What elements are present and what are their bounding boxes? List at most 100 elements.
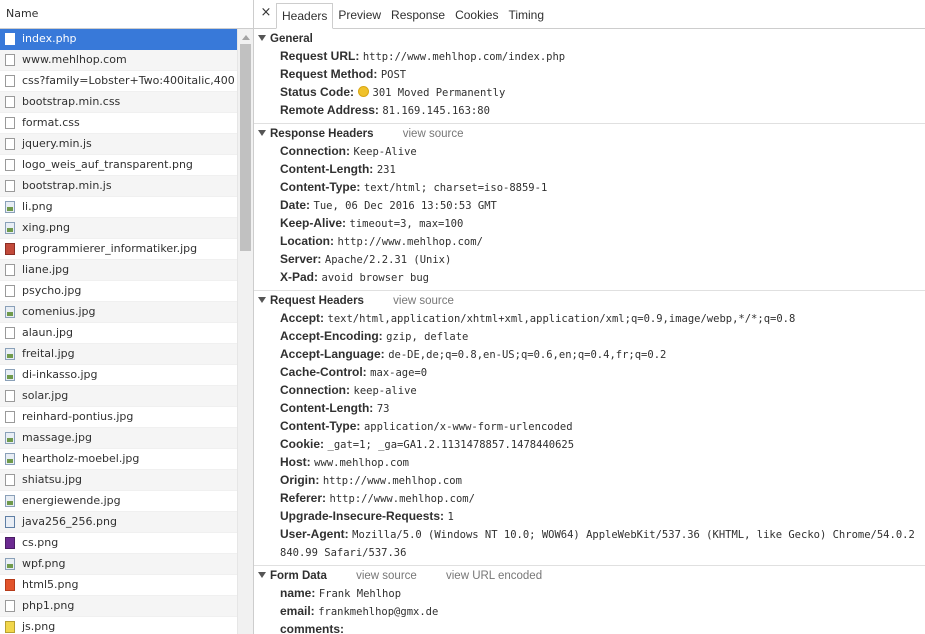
csharp-icon [5, 537, 15, 549]
request-row[interactable]: shiatsu.jpg [0, 470, 237, 491]
request-row[interactable]: programmierer_informatiker.jpg [0, 239, 237, 260]
expand-triangle-icon[interactable] [258, 572, 266, 578]
request-row[interactable]: format.css [0, 113, 237, 134]
general-section: General Request URL: http://www.mehlhop.… [254, 29, 925, 124]
request-header-value: _gat=1; _ga=GA1.2.1131478857.1478440625 [327, 439, 575, 451]
document-icon [5, 264, 15, 276]
request-row[interactable]: liane.jpg [0, 260, 237, 281]
tab-cookies[interactable]: Cookies [450, 3, 503, 27]
form-view-url-encoded-link[interactable]: view URL encoded [446, 570, 542, 582]
request-header-key: Content-Type: [280, 419, 361, 433]
request-header-key: Content-Length: [280, 401, 374, 415]
request-row[interactable]: xing.png [0, 218, 237, 239]
document-icon [5, 159, 15, 171]
request-row[interactable]: wpf.png [0, 554, 237, 575]
request-row[interactable]: css?family=Lobster+Two:400italic,400 [0, 71, 237, 92]
request-url-key: Request URL: [280, 49, 360, 63]
request-row-label: programmierer_informatiker.jpg [22, 242, 198, 255]
image-icon [5, 432, 15, 444]
request-row[interactable]: di-inkasso.jpg [0, 365, 237, 386]
form-field-value: frankmehlhop@gmx.de [318, 606, 439, 618]
close-icon[interactable]: × [259, 6, 273, 20]
request-headers-section-header[interactable]: Request Headers view source [254, 293, 925, 310]
image-icon [5, 348, 15, 360]
request-row-label: js.png [22, 620, 56, 633]
response-header-key: Content-Type: [280, 180, 361, 194]
request-row-label: psycho.jpg [22, 284, 82, 297]
request-row[interactable]: solar.jpg [0, 386, 237, 407]
request-row[interactable]: index.php [0, 29, 237, 50]
request-header-key: Host: [280, 455, 311, 469]
request-row[interactable]: energiewende.jpg [0, 491, 237, 512]
request-row[interactable]: jquery.min.js [0, 134, 237, 155]
scroll-thumb[interactable] [240, 44, 251, 251]
request-header-row: Host: www.mehlhop.com [254, 454, 925, 472]
request-header-row: Accept-Language: de-DE,de;q=0.8,en-US;q=… [254, 346, 925, 364]
request-row[interactable]: logo_weis_auf_transparent.png [0, 155, 237, 176]
tab-headers[interactable]: Headers [276, 3, 334, 29]
request-header-value: text/html,application/xhtml+xml,applicat… [327, 313, 796, 325]
request-row-label: xing.png [22, 221, 70, 234]
request-header-row: Content-Type: application/x-www-form-url… [254, 418, 925, 436]
request-row-label: energiewende.jpg [22, 494, 121, 507]
request-row[interactable]: heartholz-moebel.jpg [0, 449, 237, 470]
request-row[interactable]: massage.jpg [0, 428, 237, 449]
scroll-up-arrow-icon[interactable] [242, 35, 250, 40]
expand-triangle-icon[interactable] [258, 297, 266, 303]
request-row[interactable]: freital.jpg [0, 344, 237, 365]
request-row[interactable]: java256_256.png [0, 512, 237, 533]
remote-address-key: Remote Address: [280, 103, 379, 117]
form-view-source-link[interactable]: view source [356, 570, 417, 582]
request-row[interactable]: reinhard-pontius.jpg [0, 407, 237, 428]
details-tabs: Headers Preview Response Cookies Timing [276, 3, 549, 29]
remote-address-value: 81.169.145.163:80 [382, 105, 490, 117]
tab-preview[interactable]: Preview [333, 3, 386, 27]
request-row[interactable]: comenius.jpg [0, 302, 237, 323]
request-header-key: Origin: [280, 473, 320, 487]
image-icon [5, 495, 15, 507]
expand-triangle-icon[interactable] [258, 35, 266, 41]
request-row[interactable]: html5.png [0, 575, 237, 596]
request-view-source-link[interactable]: view source [393, 295, 454, 307]
request-row[interactable]: js.png [0, 617, 237, 634]
request-row[interactable]: cs.png [0, 533, 237, 554]
request-row-label: bootstrap.min.css [22, 95, 121, 108]
request-row[interactable]: bootstrap.min.js [0, 176, 237, 197]
request-list-panel: Name index.php www.mehlhop.com css?family=… [0, 0, 254, 634]
form-data-section-header[interactable]: Form Data view source view URL encoded [254, 568, 925, 585]
response-view-source-link[interactable]: view source [403, 128, 464, 140]
general-section-header[interactable]: General [254, 31, 925, 48]
request-row[interactable]: www.mehlhop.com [0, 50, 237, 71]
request-header-key: Accept: [280, 311, 325, 325]
response-header-value: Tue, 06 Dec 2016 13:50:53 GMT [313, 200, 497, 212]
tab-timing[interactable]: Timing [503, 3, 549, 27]
document-icon [5, 54, 15, 66]
request-row-label: php1.png [22, 599, 75, 612]
request-header-row: Connection: keep-alive [254, 382, 925, 400]
request-header-row: Accept: text/html,application/xhtml+xml,… [254, 310, 925, 328]
expand-triangle-icon[interactable] [258, 130, 266, 136]
document-icon [5, 138, 15, 150]
response-header-row: Content-Length: 231 [254, 161, 925, 179]
request-header-value: 1 [447, 511, 454, 523]
request-row[interactable]: bootstrap.min.css [0, 92, 237, 113]
html5-icon [5, 579, 15, 591]
request-row-label: alaun.jpg [22, 326, 73, 339]
request-row[interactable]: li.png [0, 197, 237, 218]
document-icon [5, 474, 15, 486]
tab-response[interactable]: Response [386, 3, 450, 27]
response-header-key: Keep-Alive: [280, 216, 347, 230]
request-row[interactable]: psycho.jpg [0, 281, 237, 302]
request-header-key: User-Agent: [280, 527, 349, 541]
response-headers-section-header[interactable]: Response Headers view source [254, 126, 925, 143]
request-row[interactable]: alaun.jpg [0, 323, 237, 344]
request-list-scrollbar[interactable] [237, 29, 253, 634]
request-method-key: Request Method: [280, 67, 378, 81]
response-header-row: Date: Tue, 06 Dec 2016 13:50:53 GMT [254, 197, 925, 215]
request-header-value: http://www.mehlhop.com [322, 475, 462, 487]
request-row-label: css?family=Lobster+Two:400italic,400 [22, 74, 235, 87]
status-code-value: 301 Moved Permanently [372, 87, 506, 99]
request-row[interactable]: php1.png [0, 596, 237, 617]
name-column-header[interactable]: Name [0, 0, 253, 29]
document-icon [5, 327, 15, 339]
